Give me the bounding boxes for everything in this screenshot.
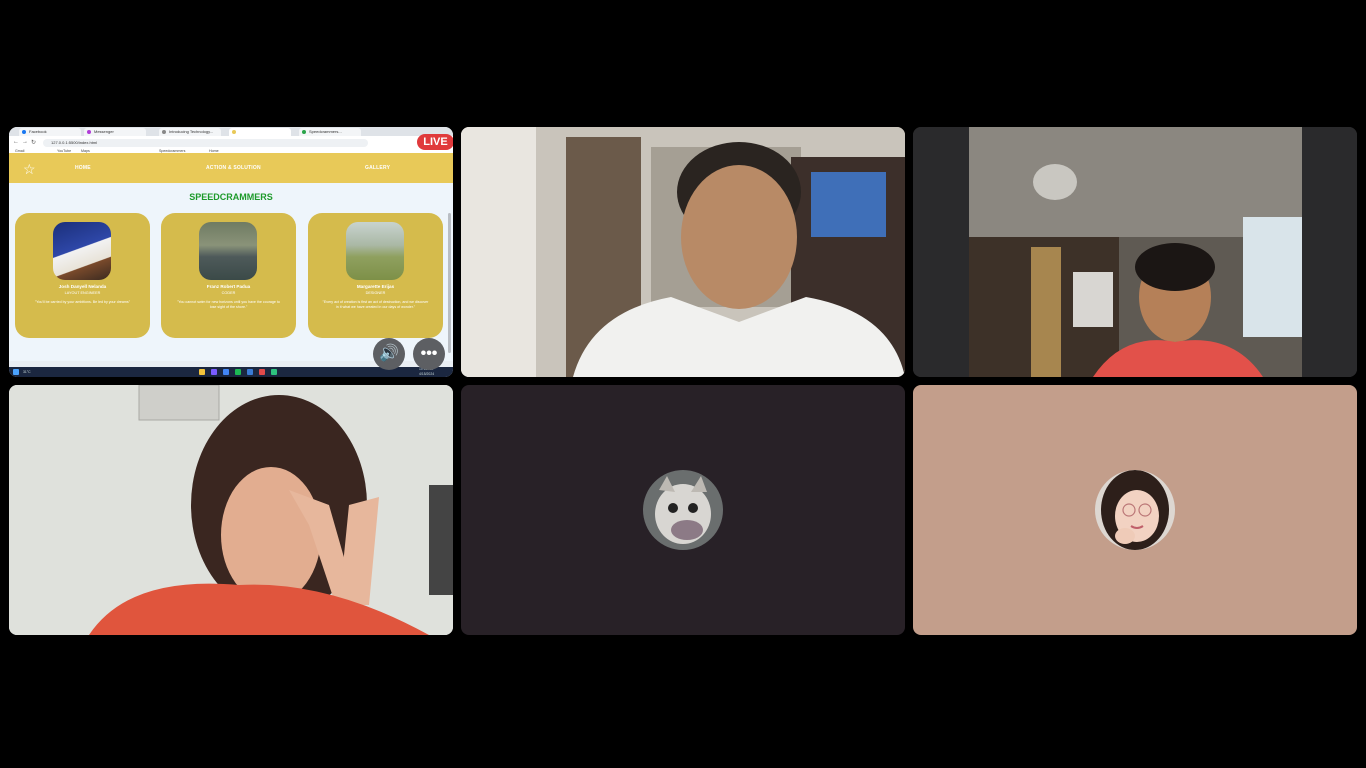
- user-avatar: [1095, 470, 1175, 550]
- site-navbar: ☆ HOME ACTION & SOLUTION GALLERY: [9, 153, 453, 183]
- star-logo-icon[interactable]: ☆: [23, 162, 36, 176]
- member-quote: "You cannot swim for new horizons until …: [177, 300, 280, 309]
- member-name: Josh Danyell Nelanda: [58, 284, 107, 289]
- member-quote: "You'll be carried by your ambitions. Be…: [35, 300, 130, 304]
- member-quote: "Every act of creation is first an act o…: [322, 300, 429, 309]
- participant-video-tile[interactable]: [9, 385, 453, 635]
- app-icon[interactable]: [259, 369, 265, 375]
- participant-video-tile[interactable]: [461, 127, 905, 377]
- member-card: Margarette Erijas DESIGNER "Every act of…: [308, 213, 443, 338]
- nav-home[interactable]: HOME: [75, 165, 91, 171]
- participant-video: [913, 127, 1357, 377]
- scrollbar[interactable]: [448, 213, 451, 353]
- member-card: Franz Robert Padua CODER "You cannot swi…: [161, 213, 296, 338]
- participant-video: [9, 385, 453, 635]
- participant-video-tile[interactable]: [913, 127, 1357, 377]
- file-explorer-icon[interactable]: [199, 369, 205, 375]
- tab-label: Facebook: [29, 129, 47, 134]
- page-icon: [162, 130, 166, 134]
- page-icon: [302, 130, 306, 134]
- page-icon: [232, 130, 236, 134]
- start-icon[interactable]: [13, 369, 19, 375]
- browser-tab[interactable]: Facebook: [19, 128, 81, 136]
- browser-address-area: ← → ↻ 127.0.0.1:5500/index.html Gmail Yo…: [9, 136, 453, 153]
- address-bar[interactable]: 127.0.0.1:5500/index.html: [43, 139, 368, 147]
- facebook-icon: [22, 130, 26, 134]
- app-icon[interactable]: [247, 369, 253, 375]
- member-role: CODER: [221, 291, 236, 295]
- participant-avatar-tile[interactable]: [461, 385, 905, 635]
- speaker-icon[interactable]: 🔊: [373, 338, 405, 370]
- page-title: SPEEDCRAMMERS: [189, 192, 273, 202]
- nav-gallery[interactable]: GALLERY: [365, 165, 390, 171]
- messenger-icon[interactable]: [211, 369, 217, 375]
- browser-tab-bar: Facebook Messenger Introducing Technolog…: [9, 127, 453, 136]
- nav-action-solution[interactable]: ACTION & SOLUTION: [206, 165, 261, 171]
- member-photo: [199, 222, 257, 280]
- browser-tab[interactable]: Introducing Technology...: [159, 128, 221, 136]
- back-icon[interactable]: ←: [13, 139, 19, 145]
- messenger-icon: [87, 130, 91, 134]
- reload-icon[interactable]: ↻: [31, 139, 36, 146]
- member-name: Margarette Erijas: [356, 284, 395, 289]
- tab-label: Messenger: [94, 129, 114, 134]
- browser-tab[interactable]: Speedcrammers...: [299, 128, 361, 136]
- member-role: DESIGNER: [365, 291, 386, 295]
- member-card: Josh Danyell Nelanda LAYOUT ENGINEER "Yo…: [15, 213, 150, 338]
- more-options-icon[interactable]: •••: [413, 338, 445, 370]
- taskbar-weather: 31°C: [23, 370, 31, 374]
- member-role: LAYOUT ENGINEER: [64, 291, 101, 295]
- forward-icon[interactable]: →: [22, 139, 28, 145]
- member-name: Franz Robert Padua: [206, 284, 251, 289]
- cat-avatar: [643, 470, 723, 550]
- member-photo: [53, 222, 111, 280]
- participant-avatar-tile[interactable]: [913, 385, 1357, 635]
- spotify-icon[interactable]: [235, 369, 241, 375]
- taskbar-date: 4/15/2024: [419, 372, 435, 376]
- tab-label: Introducing Technology...: [169, 129, 214, 134]
- live-badge: LIVE: [417, 134, 453, 150]
- app-icon[interactable]: [271, 369, 277, 375]
- participant-video: [461, 127, 905, 377]
- site-content: SPEEDCRAMMERS Josh Danyell Nelanda LAYOU…: [9, 183, 453, 361]
- chrome-icon[interactable]: [223, 369, 229, 375]
- member-photo: [346, 222, 404, 280]
- browser-tab[interactable]: Messenger: [84, 128, 146, 136]
- browser-tab-active[interactable]: [229, 128, 291, 136]
- tab-label: Speedcrammers...: [309, 129, 342, 134]
- screen-share-tile[interactable]: Facebook Messenger Introducing Technolog…: [9, 127, 453, 377]
